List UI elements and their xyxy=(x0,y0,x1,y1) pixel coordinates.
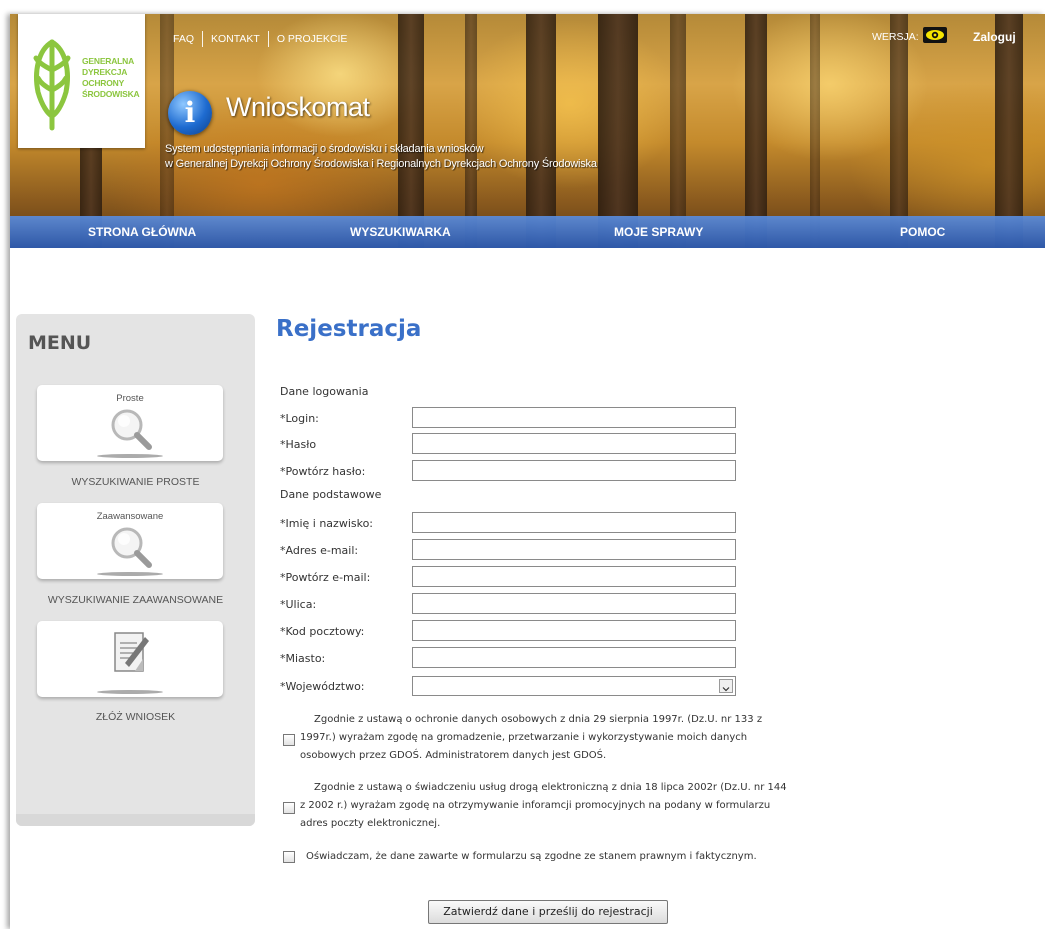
consent-line: Zgodnie z ustawą o świadczeniu usług dro… xyxy=(314,782,787,793)
password-label: *Hasło xyxy=(280,438,317,451)
eye-icon[interactable] xyxy=(923,27,947,43)
menu-panel-footer xyxy=(16,814,255,826)
magnifier-icon xyxy=(111,409,152,450)
city-label: *Miasto: xyxy=(280,652,326,665)
voivodeship-label: *Województwo: xyxy=(280,680,365,693)
login-input[interactable] xyxy=(412,407,736,428)
consent-line: Zgodnie z ustawą o ochronie danych osobo… xyxy=(314,714,763,725)
section-basic-data: Dane podstawowe xyxy=(280,488,382,501)
chevron-down-icon[interactable] xyxy=(719,679,733,693)
declaration-text: Oświadczam, że dane zawarte w formularzu… xyxy=(306,851,757,862)
subtitle-line: System udostępniania informacji o środow… xyxy=(165,143,484,155)
document-edit-icon xyxy=(114,632,149,672)
leaf-logo-icon xyxy=(33,39,71,131)
faq-link[interactable]: FAQ xyxy=(165,33,202,45)
header-banner: GENERALNA DYREKCJA OCHRONY ŚRODOWISKA FA… xyxy=(10,14,1045,248)
name-input[interactable] xyxy=(412,512,736,533)
menu-item-simple-search[interactable]: WYSZUKIWANIE PROSTE xyxy=(16,476,255,488)
magnifier-icon xyxy=(111,527,152,568)
voivodeship-select[interactable] xyxy=(412,676,736,696)
login-link[interactable]: Zaloguj xyxy=(973,30,1016,44)
email-input[interactable] xyxy=(412,539,736,560)
main-nav: STRONA GŁÓWNA WYSZUKIWARKA MOJE SPRAWY P… xyxy=(10,216,1045,248)
consent-line: osobowych przez GDOŚ. Administratorem da… xyxy=(300,750,607,761)
logo[interactable]: GENERALNA DYREKCJA OCHRONY ŚRODOWISKA xyxy=(18,14,145,148)
postal-code-input[interactable] xyxy=(412,620,736,641)
advanced-search-card[interactable]: Zaawansowane xyxy=(37,503,223,579)
street-label: *Ulica: xyxy=(280,598,317,611)
nav-home[interactable]: STRONA GŁÓWNA xyxy=(88,216,196,248)
info-icon: i xyxy=(168,91,212,135)
consent-line: 1997r.) wyrażam zgodę na gromadzenie, pr… xyxy=(300,732,748,743)
version-label: WERSJA: xyxy=(872,31,919,43)
app-title: Wnioskomat xyxy=(226,92,370,122)
subtitle-line: w Generalnej Dyrekcji Ochrony Środowiska… xyxy=(165,158,597,170)
section-login-data: Dane logowania xyxy=(280,385,369,398)
top-links: FAQ KONTAKT O PROJEKCIE xyxy=(165,31,355,47)
logo-text-line: DYREKCJA xyxy=(82,67,128,77)
consent-personal-data-text: Zgodnie z ustawą o ochronie danych osobo… xyxy=(300,711,820,765)
divider xyxy=(267,31,269,47)
nav-my-cases[interactable]: MOJE SPRAWY xyxy=(614,216,703,248)
email-repeat-label: *Powtórz e-mail: xyxy=(280,571,371,584)
name-label: *Imię i nazwisko: xyxy=(280,517,374,530)
consent-line: z 2002 r.) wyrażam zgodę na otrzymywanie… xyxy=(300,800,771,811)
page: GENERALNA DYREKCJA OCHRONY ŚRODOWISKA FA… xyxy=(10,14,1045,929)
nav-search[interactable]: WYSZUKIWARKA xyxy=(350,216,451,248)
logo-text-line: ŚRODOWISKA xyxy=(82,89,140,99)
submit-registration-button[interactable]: Zatwierdź dane i prześlij do rejestracji xyxy=(428,900,668,924)
city-input[interactable] xyxy=(412,647,736,668)
simple-search-card[interactable]: Proste xyxy=(37,385,223,461)
eye-glyph-icon xyxy=(926,30,944,40)
nav-help[interactable]: POMOC xyxy=(900,216,945,248)
consent-marketing-checkbox[interactable] xyxy=(283,802,295,814)
password-repeat-label: *Powtórz hasło: xyxy=(280,465,366,478)
consent-marketing-text: Zgodnie z ustawą o świadczeniu usług dro… xyxy=(300,779,820,833)
postal-code-label: *Kod pocztowy: xyxy=(280,625,365,638)
consent-line: adres poczty elektronicznej. xyxy=(300,818,441,829)
menu-item-submit-request[interactable]: ZŁÓŻ WNIOSEK xyxy=(16,711,255,723)
password-input[interactable] xyxy=(412,433,736,454)
logo-text-line: GENERALNA xyxy=(82,56,135,66)
page-title: Rejestracja xyxy=(276,316,422,342)
consent-personal-data-checkbox[interactable] xyxy=(283,734,295,746)
menu-item-advanced-search[interactable]: WYSZUKIWANIE ZAAWANSOWANE xyxy=(16,594,255,606)
contact-link[interactable]: KONTAKT xyxy=(203,33,268,45)
email-repeat-input[interactable] xyxy=(412,566,736,587)
logo-text-line: OCHRONY xyxy=(82,78,125,88)
declaration-checkbox[interactable] xyxy=(283,851,295,863)
email-label: *Adres e-mail: xyxy=(280,544,359,557)
menu-title: MENU xyxy=(28,332,92,354)
card-caption: Proste xyxy=(116,393,144,404)
divider xyxy=(202,31,204,47)
submit-request-card[interactable] xyxy=(37,621,223,697)
login-label: *Login: xyxy=(280,412,319,425)
card-caption: Zaawansowane xyxy=(96,511,164,522)
street-input[interactable] xyxy=(412,593,736,614)
about-link[interactable]: O PROJEKCIE xyxy=(269,33,356,45)
password-repeat-input[interactable] xyxy=(412,460,736,481)
